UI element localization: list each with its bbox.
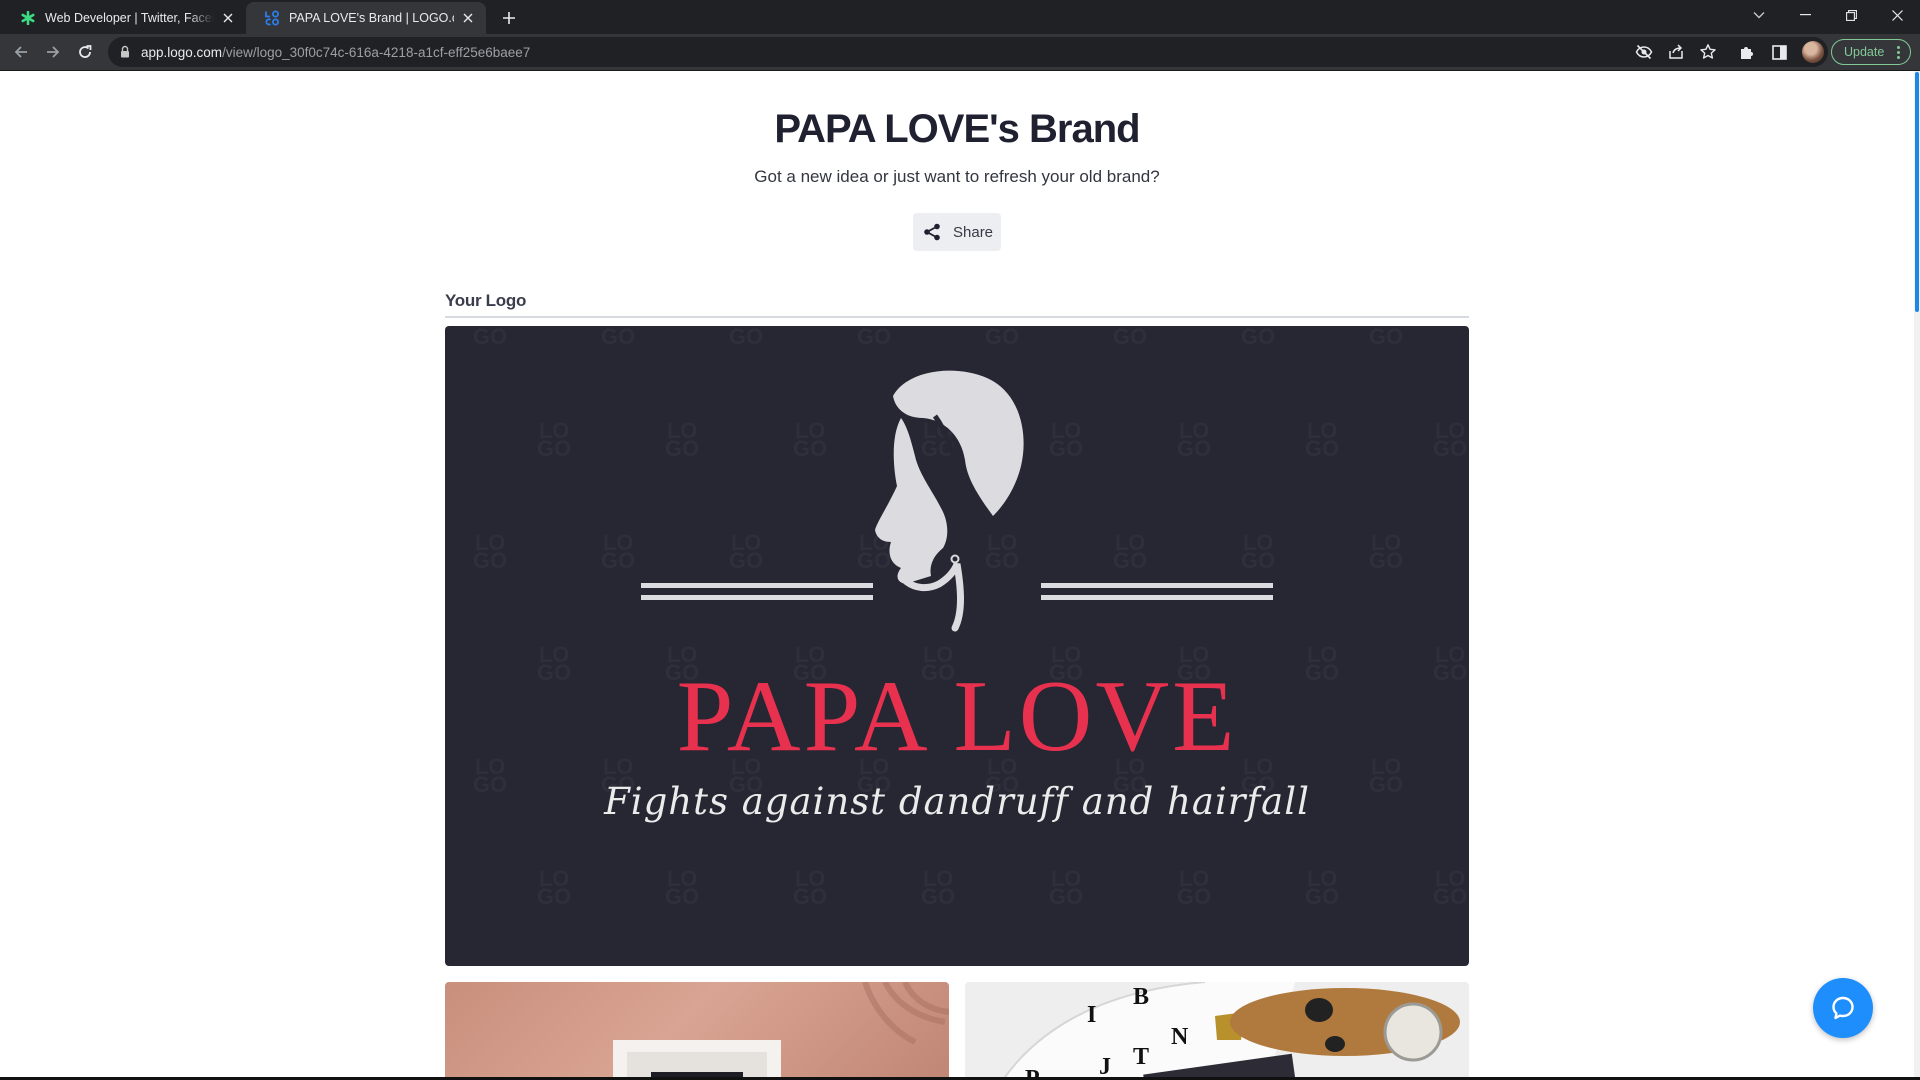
- logo-preview: LO GOLO GOLO GOLO GOLO GOLO GOLO GOLO GO…: [445, 326, 1469, 966]
- update-label: Update: [1844, 45, 1885, 59]
- lock-icon: [121, 45, 129, 58]
- share-icon: [924, 223, 940, 241]
- scrollbar-thumb[interactable]: [1915, 72, 1919, 312]
- divider-bar-left-top: [641, 583, 873, 588]
- chevron-down-icon: [1753, 12, 1765, 19]
- more-vert-icon: [1897, 46, 1900, 61]
- logo-brand-name: PAPA LOVE: [676, 660, 1238, 773]
- close-tab-icon[interactable]: [460, 10, 476, 26]
- frame-mockup-thumbnail[interactable]: [445, 982, 949, 1080]
- arrow-right-icon: [47, 46, 60, 58]
- url-path: /view/logo_30f0c74c-616a-4218-a1cf-eff25…: [222, 45, 531, 60]
- chat-bubble-icon: [1832, 996, 1854, 1020]
- frame-mockup-image: [613, 982, 949, 1080]
- divider-bar-right-top: [1041, 583, 1273, 588]
- browser-toolbar: app.logo.com/view/logo_30f0c74c-616a-421…: [0, 34, 1920, 70]
- page-title: PAPA LOVE's Brand: [774, 107, 1140, 151]
- url-text: app.logo.com/view/logo_30f0c74c-616a-421…: [141, 45, 530, 60]
- close-window-button[interactable]: [1874, 0, 1920, 30]
- divider-bar-right-bottom: [1041, 595, 1273, 600]
- green-asterisk-icon: [20, 10, 36, 26]
- new-tab-button[interactable]: [498, 7, 520, 29]
- close-icon: [1891, 9, 1903, 21]
- side-panel-icon[interactable]: [1770, 43, 1788, 61]
- page-content: PAPA LOVE's Brand Got a new idea or just…: [0, 71, 1920, 1080]
- tab-web-developer[interactable]: Web Developer | Twitter, Facebook: [2, 2, 246, 34]
- share-page-icon[interactable]: [1667, 43, 1685, 61]
- plus-icon: [503, 12, 515, 24]
- arrow-left-icon: [14, 46, 27, 58]
- section-divider: [445, 316, 1469, 318]
- minimize-button[interactable]: [1782, 0, 1828, 30]
- eye-off-icon[interactable]: [1635, 43, 1653, 61]
- tab-search-button[interactable]: [1736, 0, 1782, 30]
- reload-button[interactable]: [73, 40, 97, 64]
- mockup-letter: B: [1133, 984, 1149, 1010]
- share-button[interactable]: Share: [913, 213, 1001, 251]
- profile-avatar[interactable]: [1802, 41, 1824, 63]
- restore-icon: [1845, 9, 1857, 21]
- share-label: Share: [953, 223, 994, 241]
- back-button[interactable]: [9, 40, 33, 64]
- mockup-letter: I: [1087, 1002, 1096, 1028]
- logo-tagline: Fights against dandruff and hairfall: [604, 780, 1310, 823]
- tab-title: Web Developer | Twitter, Facebook: [45, 11, 214, 25]
- mockup-letter: N: [1171, 1024, 1189, 1050]
- mockup-letter: T: [1133, 1044, 1149, 1070]
- bookmark-star-icon[interactable]: [1699, 43, 1717, 61]
- tab-title: PAPA LOVE's Brand | LOGO.com: [289, 11, 454, 25]
- tab-strip: Web Developer | Twitter, Facebook PAPA L…: [0, 0, 1920, 34]
- section-title: Your Logo: [445, 291, 527, 310]
- close-tab-icon[interactable]: [220, 10, 236, 26]
- tab-papa-love-brand[interactable]: PAPA LOVE's Brand | LOGO.com: [246, 2, 486, 34]
- woman-profile-icon: [875, 370, 1024, 632]
- url-host: app.logo.com: [141, 45, 223, 60]
- forward-button[interactable]: [41, 40, 65, 64]
- page-subtitle: Got a new idea or just want to refresh y…: [754, 167, 1160, 186]
- chat-support-button[interactable]: [1813, 978, 1873, 1038]
- update-button[interactable]: Update: [1831, 39, 1911, 65]
- logo-com-favicon: [264, 10, 280, 26]
- divider-bar-left-bottom: [641, 595, 873, 600]
- stationery-mockup-thumbnail[interactable]: I B N T J P: [965, 982, 1469, 1080]
- extensions-puzzle-icon[interactable]: [1738, 43, 1756, 61]
- address-bar[interactable]: app.logo.com/view/logo_30f0c74c-616a-421…: [108, 37, 1828, 67]
- minimize-icon: [1799, 14, 1811, 16]
- reload-icon: [79, 45, 92, 58]
- restore-button[interactable]: [1828, 0, 1874, 30]
- stationery-mockup-image: I B N T J P: [1001, 982, 1460, 1080]
